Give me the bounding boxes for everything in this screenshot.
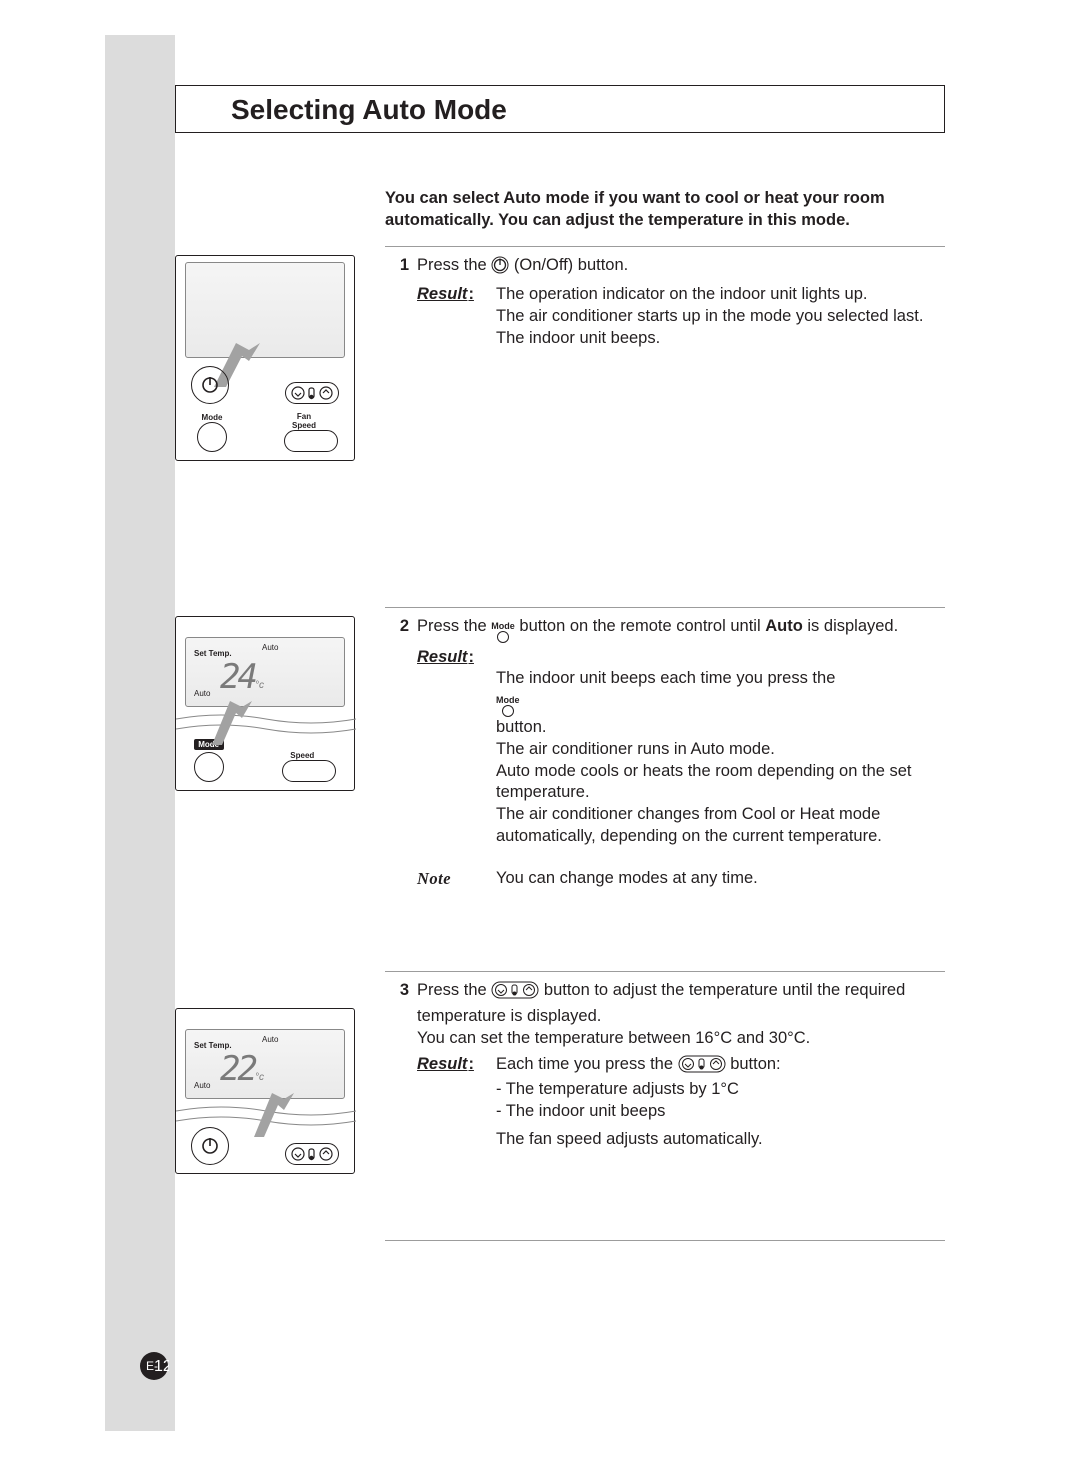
step2-result-b: button. The air conditioner runs in Auto… bbox=[496, 718, 912, 845]
step2-text-b: button on the remote control until bbox=[519, 617, 765, 635]
page-heading: Selecting Auto Mode bbox=[231, 94, 889, 126]
power-icon bbox=[201, 1137, 219, 1155]
auto-label: Auto bbox=[262, 1035, 278, 1044]
step3-text-a: Press the bbox=[417, 981, 491, 999]
mode-icon-inline: Mode bbox=[496, 696, 520, 717]
step-number: 2 bbox=[391, 616, 417, 890]
step3-range: You can set the temperature between 16°C… bbox=[417, 1028, 945, 1050]
step2-note: You can change modes at any time. bbox=[482, 868, 945, 890]
remote2-screen: Set Temp. Auto Auto 24°c bbox=[185, 637, 345, 707]
mode-icon-text: Mode bbox=[491, 621, 515, 631]
temp-pill-icon bbox=[290, 1146, 334, 1162]
result-label: Result bbox=[417, 1054, 482, 1151]
step1-text-a: Press the bbox=[417, 256, 491, 274]
step2-text-c: Auto bbox=[765, 617, 803, 635]
auto-label: Auto bbox=[262, 643, 278, 652]
fan-speed-button bbox=[284, 430, 338, 452]
temp-pill-icon-inline bbox=[678, 1055, 726, 1080]
step3-body: Press the button to adjust the temperatu… bbox=[417, 980, 945, 1150]
page-heading-box: Selecting Auto Mode bbox=[175, 85, 945, 133]
temp-pill-icon-inline bbox=[491, 981, 539, 1006]
step3-result-a: Each time you press the bbox=[496, 1055, 678, 1073]
mode-button bbox=[194, 752, 224, 782]
step2-result-a: The indoor unit beeps each time you pres… bbox=[496, 669, 835, 687]
step1-result: The operation indicator on the indoor un… bbox=[482, 284, 945, 349]
step2-result: The indoor unit beeps each time you pres… bbox=[482, 647, 945, 848]
mode-icon-text: Mode bbox=[496, 695, 520, 705]
step2-text-a: Press the bbox=[417, 617, 491, 635]
remote1-screen bbox=[185, 262, 345, 358]
step2-body: Press the Mode button on the remote cont… bbox=[417, 616, 945, 890]
step3-result-c: The fan speed adjusts automatically. bbox=[496, 1129, 945, 1151]
separator bbox=[385, 246, 945, 247]
remote2-unit: °c bbox=[255, 680, 264, 691]
pointer-arrow-icon bbox=[254, 1093, 294, 1137]
temp-button bbox=[285, 1143, 339, 1165]
result-label: Result bbox=[417, 284, 482, 349]
step-number: 3 bbox=[391, 980, 417, 1150]
remote3-temp: 22 bbox=[220, 1049, 255, 1089]
mode-icon-inline: Mode bbox=[491, 622, 515, 643]
power-icon bbox=[201, 376, 219, 394]
fan-speed-button bbox=[282, 760, 336, 782]
separator bbox=[385, 607, 945, 608]
power-button bbox=[191, 366, 229, 404]
mode-label: Mode bbox=[192, 413, 232, 422]
separator bbox=[385, 1240, 945, 1241]
svg-text:12: 12 bbox=[154, 1358, 169, 1375]
separator bbox=[385, 971, 945, 972]
remote-illustration-2: Set Temp. Auto Auto 24°c Mode bbox=[175, 616, 355, 791]
auto-label-2: Auto bbox=[194, 689, 210, 698]
step2-text-d: is displayed. bbox=[807, 617, 898, 635]
power-icon-inline bbox=[491, 256, 509, 281]
remote-illustration-1: Mode Fan Speed bbox=[175, 255, 355, 461]
fan-speed-label: Fan Speed bbox=[284, 412, 324, 430]
power-button bbox=[191, 1127, 229, 1165]
auto-label-2: Auto bbox=[194, 1081, 210, 1090]
speed-label: Speed bbox=[282, 751, 322, 760]
remote2-temp: 24 bbox=[220, 657, 255, 697]
temp-button bbox=[285, 382, 339, 404]
pointer-arrow-icon bbox=[212, 701, 252, 745]
intro-text: You can select Auto mode if you want to … bbox=[385, 188, 945, 232]
step1-body: Press the (On/Off) button. Result The op… bbox=[417, 255, 945, 350]
remote-illustration-3: Set Temp. Auto Auto 22°c bbox=[175, 1008, 355, 1174]
temp-pill-icon bbox=[290, 385, 334, 401]
result-label: Result bbox=[417, 647, 482, 848]
tear-line-icon bbox=[176, 711, 354, 735]
step-number: 1 bbox=[391, 255, 417, 350]
remote3-unit: °c bbox=[255, 1072, 264, 1083]
note-label: Note bbox=[417, 868, 482, 890]
step1-text-b: (On/Off) button. bbox=[514, 256, 628, 274]
page-number-badge: E- 12 bbox=[139, 1351, 169, 1381]
step3-result: Each time you press the button: - The te… bbox=[482, 1054, 945, 1151]
remote3-screen: Set Temp. Auto Auto 22°c bbox=[185, 1029, 345, 1099]
mode-button bbox=[197, 422, 227, 452]
